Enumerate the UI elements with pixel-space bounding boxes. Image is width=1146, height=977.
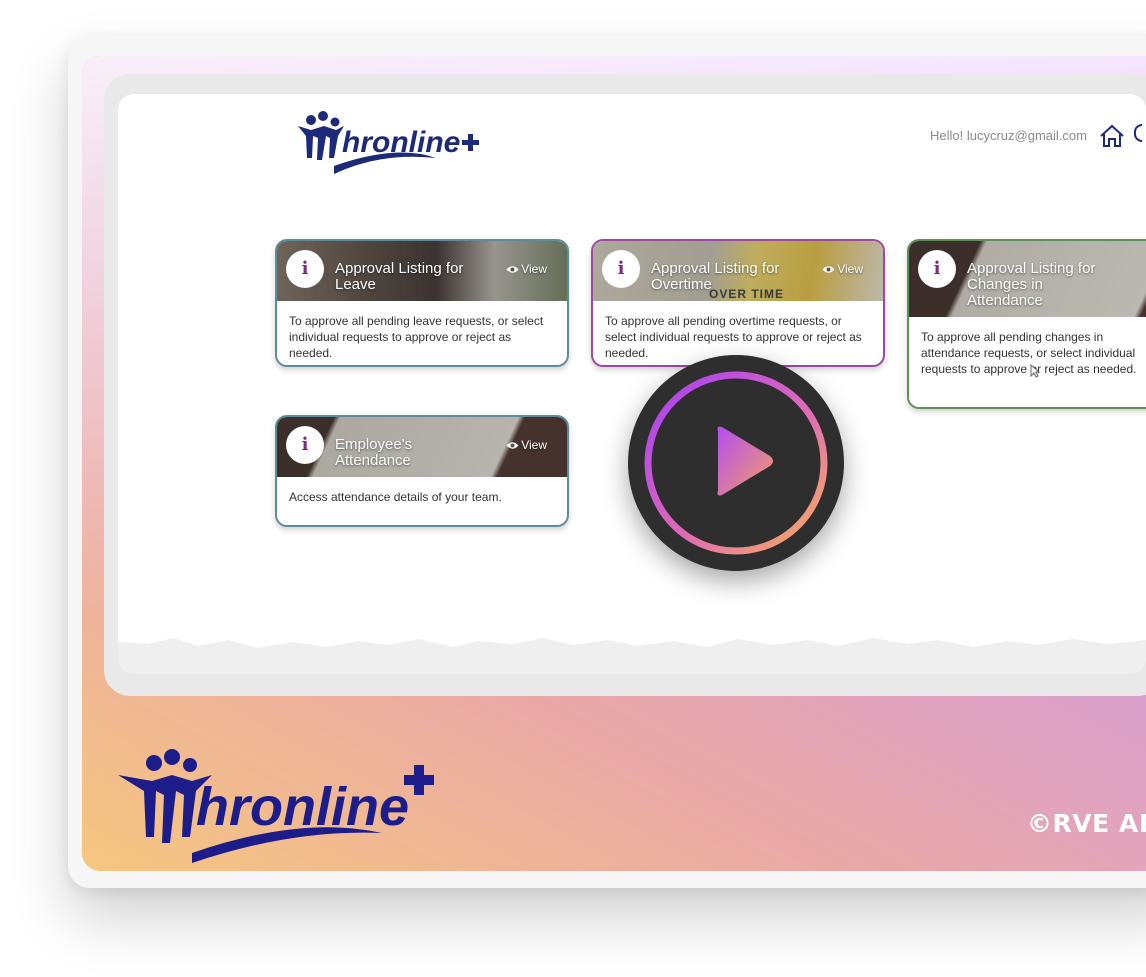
eye-icon (506, 263, 519, 277)
hronline-logo[interactable]: hronline (286, 106, 486, 183)
card-title: Approval Listing for Leave (335, 260, 464, 293)
svg-text:hronline: hronline (342, 126, 460, 159)
card-header-overtime: OVER TIME i Approval Listing for Overtim… (593, 241, 883, 301)
view-label: View (521, 262, 547, 276)
info-icon: i (286, 426, 324, 464)
card-approval-attendance-changes[interactable]: i Approval Listing for Changes in Attend… (907, 239, 1146, 409)
user-greeting: Hello! lucycruz@gmail.com (930, 128, 1087, 143)
view-label: View (521, 438, 547, 452)
view-button[interactable]: View (506, 262, 547, 277)
card-title: Approval Listing for Overtime (651, 260, 780, 293)
copyright-text: ©RVE APPS (1027, 809, 1146, 838)
footer-logo-mark: hronline (118, 749, 434, 863)
card-description: To approve all pending leave requests, o… (289, 314, 544, 360)
card-header-attendance-changes: i Approval Listing for Changes in Attend… (909, 241, 1146, 317)
info-icon: i (602, 250, 640, 288)
hronline-logo-mark: hronline (298, 111, 479, 174)
info-icon: i (918, 250, 956, 288)
cursor-icon (1030, 363, 1041, 383)
eye-icon (506, 439, 519, 453)
eye-icon (822, 263, 835, 277)
home-icon[interactable] (1099, 124, 1125, 153)
card-employee-attendance[interactable]: i Employee's Attendance View Access atte… (275, 415, 569, 527)
card-header-employee-attendance: i Employee's Attendance View (277, 417, 567, 477)
footer-hronline-logo: hronline (112, 745, 442, 875)
user-icon[interactable] (1134, 124, 1142, 142)
card-approval-leave[interactable]: i Approval Listing for Leave View To app… (275, 239, 569, 367)
view-button[interactable]: View (822, 262, 863, 277)
view-button[interactable]: View (506, 438, 547, 453)
card-title: Approval Listing for Changes in Attendan… (967, 260, 1096, 309)
torn-paper-edge (118, 638, 1146, 674)
play-icon (644, 371, 828, 555)
svg-text:hronline: hronline (196, 777, 409, 837)
card-header-leave: i Approval Listing for Leave View (277, 241, 567, 301)
card-title: Employee's Attendance (335, 436, 413, 469)
card-approval-overtime[interactable]: OVER TIME i Approval Listing for Overtim… (591, 239, 885, 367)
card-description: To approve all pending changes in attend… (921, 330, 1137, 376)
play-button[interactable] (628, 355, 844, 571)
info-icon: i (286, 250, 324, 288)
view-label: View (837, 262, 863, 276)
card-description: Access attendance details of your team. (289, 490, 502, 504)
